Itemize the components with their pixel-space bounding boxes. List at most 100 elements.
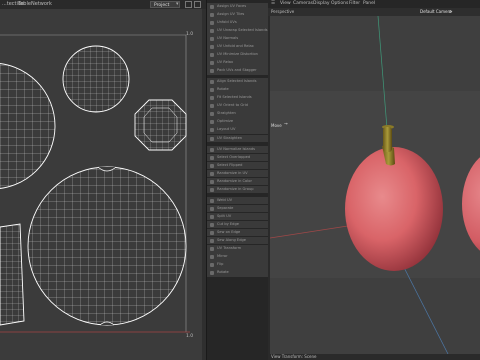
command-label: Randomize in Color: [217, 178, 252, 183]
command-icon: [210, 120, 214, 125]
command-item[interactable]: UV Normalize Islands: [207, 145, 268, 154]
command-item[interactable]: Mirror: [207, 252, 268, 261]
snap-toggle-icon[interactable]: [194, 1, 201, 8]
command-icon: [210, 171, 214, 176]
viewport-menu-item[interactable]: Panel: [363, 0, 375, 8]
command-label: Unfold UVs: [217, 20, 237, 25]
command-icon: [210, 206, 214, 211]
command-item[interactable]: Assign UV Tiles: [207, 11, 268, 19]
command-label: Mirror: [217, 253, 228, 258]
command-label: UV Transform: [217, 245, 242, 250]
command-icon: [210, 128, 214, 133]
view-transform-label: View Transform: Scene: [271, 354, 317, 359]
camera-options-icon[interactable]: ⟳: [449, 8, 452, 16]
viewport-toolbar: Perspective Default Camera ⟳: [268, 8, 480, 16]
command-item[interactable]: Pack UVs and Stagger: [207, 67, 268, 75]
chevron-down-icon[interactable]: ▾: [176, 1, 179, 8]
command-label: Split UV: [217, 213, 232, 218]
command-icon: [210, 163, 214, 168]
command-label: Rotate: [217, 87, 229, 92]
move-tool-label[interactable]: Move: [271, 123, 282, 128]
viewport-scene: [270, 16, 480, 354]
command-icon: [210, 246, 214, 251]
viewport-menu-item[interactable]: Display: [313, 0, 330, 8]
uv-menu-item[interactable]: Table: [18, 0, 31, 9]
command-item[interactable]: Split UV: [207, 212, 268, 221]
command-item[interactable]: Weld UV: [207, 196, 268, 205]
command-item[interactable]: Optimize: [207, 118, 268, 127]
command-icon: [210, 179, 214, 184]
command-icon: [210, 262, 214, 267]
command-item[interactable]: Randomize in Group: [207, 185, 268, 194]
uv-island-strip: [0, 223, 25, 326]
command-label: Sew Along Edge: [217, 237, 246, 242]
command-icon: [210, 222, 214, 227]
command-item[interactable]: Fit Selected Islands: [207, 94, 268, 102]
command-item[interactable]: Select Overlapped: [207, 153, 268, 162]
command-item[interactable]: Rotate: [207, 86, 268, 94]
viewport-menu-item[interactable]: Filter: [349, 0, 360, 8]
command-item[interactable]: UV Unwrap Selected Islands: [207, 27, 268, 35]
uv-menu-item[interactable]: Network: [31, 0, 52, 9]
command-label: Rotate: [217, 270, 229, 274]
command-icon: [210, 61, 214, 66]
command-label: Randomize in Group: [217, 186, 254, 191]
command-item[interactable]: UV Transform: [207, 244, 268, 253]
command-item[interactable]: Rotate: [207, 269, 268, 277]
command-label: UV Straighten: [217, 135, 243, 140]
uv-island-small-circle: [62, 45, 130, 113]
command-label: Separate: [217, 205, 234, 210]
command-item[interactable]: Align Selected Islands: [207, 78, 268, 86]
command-label: Pack UVs and Stagger: [217, 68, 257, 73]
command-item[interactable]: Straighten: [207, 110, 268, 118]
command-item[interactable]: Flip: [207, 260, 268, 269]
command-item[interactable]: UV Minimize Distortion: [207, 51, 268, 59]
uv-island-octagon: [134, 99, 187, 151]
command-item[interactable]: Randomize in Color: [207, 177, 268, 186]
uv-label-bottom: 1.0: [186, 334, 194, 339]
command-list: Assign UV Faces Assign UV Tiles Unfold UVs…: [207, 3, 268, 277]
command-icon: [210, 29, 214, 34]
command-item[interactable]: UV Unfold and Relax: [207, 43, 268, 51]
command-item[interactable]: Separate: [207, 204, 268, 213]
command-icon: [210, 230, 214, 235]
viewport-menu-item[interactable]: View: [280, 0, 291, 8]
command-icon: [210, 53, 214, 58]
uv-island-large-left: [0, 63, 56, 189]
command-icon: [210, 198, 214, 203]
command-icon: [210, 254, 214, 259]
camera-label[interactable]: Default Camera: [420, 8, 452, 16]
viewport-menu-item[interactable]: Options: [331, 0, 348, 8]
command-label: Randomize in UV: [217, 170, 248, 175]
command-item[interactable]: Sew on Edge: [207, 228, 268, 237]
command-item[interactable]: Layout UV: [207, 126, 268, 135]
command-label: Select Flipped: [217, 162, 243, 167]
command-icon: [210, 136, 214, 141]
command-item[interactable]: UV Orient to Grid: [207, 102, 268, 110]
command-label: Layout UV: [217, 127, 236, 132]
command-item[interactable]: UV Normals: [207, 35, 268, 43]
panel-menu-icon[interactable]: ☰: [271, 0, 275, 8]
perspective-label[interactable]: Perspective: [271, 8, 294, 16]
command-icon: [210, 238, 214, 243]
command-item[interactable]: Cut by Edge: [207, 220, 268, 229]
command-item[interactable]: Unfold UVs: [207, 19, 268, 27]
command-label: Fit Selected Islands: [217, 95, 252, 100]
command-icon: [210, 37, 214, 42]
command-item[interactable]: Sew Along Edge: [207, 236, 268, 245]
uv-label-top: 1.0: [186, 32, 194, 37]
command-item[interactable]: UV Relax: [207, 59, 268, 67]
viewport-menu-item[interactable]: Cameras: [293, 0, 313, 8]
grid-toggle-icon[interactable]: [185, 1, 192, 8]
command-label: UV Relax: [217, 60, 234, 65]
command-label: Flip: [217, 261, 224, 266]
command-item[interactable]: UV Straighten: [207, 134, 268, 143]
command-icon: [210, 88, 214, 93]
command-item[interactable]: Assign UV Faces: [207, 3, 268, 11]
arrow-right-icon[interactable]: →: [284, 122, 288, 127]
command-icon: [210, 13, 214, 18]
command-item[interactable]: Select Flipped: [207, 161, 268, 170]
command-label: Cut by Edge: [217, 221, 239, 226]
command-item[interactable]: Randomize in UV: [207, 169, 268, 178]
command-label: UV Normalize Islands: [217, 146, 256, 151]
